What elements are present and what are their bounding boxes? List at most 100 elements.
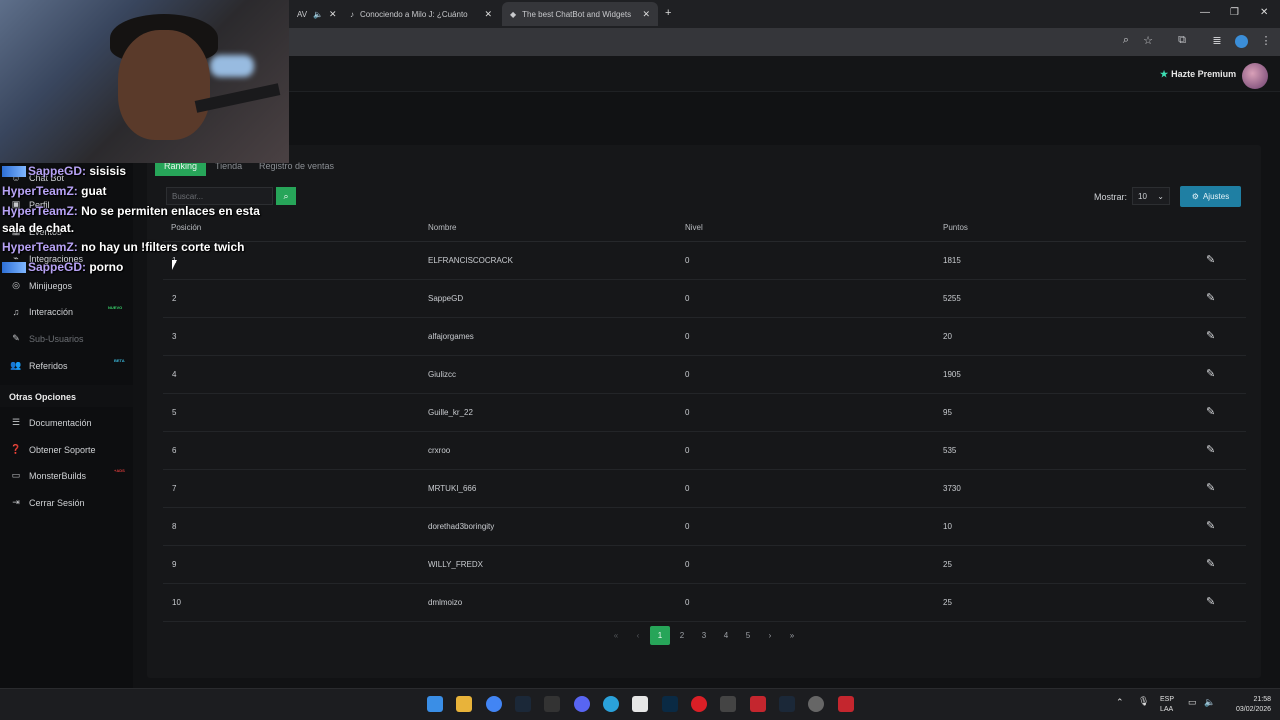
microphone-icon[interactable]: 🎙 xyxy=(1138,696,1149,707)
cell-points: 1815 xyxy=(943,256,961,265)
steam-icon[interactable] xyxy=(515,696,531,712)
table-row: 6 crxroo 0 535 ✎ xyxy=(163,432,1246,470)
bookmark-star-icon[interactable]: ☆ xyxy=(1140,34,1156,47)
sidebar-item-referidos[interactable]: 👥 Referidos xyxy=(10,360,67,371)
speaker-icon[interactable]: 🔈 xyxy=(313,10,323,19)
profile-avatar[interactable] xyxy=(1235,35,1248,48)
microphone-icon: ✎ xyxy=(12,333,20,343)
sidebar-item-cerrar-sesion[interactable]: ⇥ Cerrar Sesión xyxy=(10,497,84,508)
table-row: 8 dorethad3boringity 0 10 ✎ xyxy=(163,508,1246,546)
column-header-position[interactable]: Posición xyxy=(171,223,201,232)
search-input[interactable] xyxy=(166,187,273,205)
cell-level: 0 xyxy=(685,560,690,569)
page-button[interactable]: 1 xyxy=(650,626,670,645)
mouse-cursor xyxy=(172,260,177,270)
media-icon[interactable]: ≣ xyxy=(1209,34,1225,47)
windows-start-icon[interactable] xyxy=(427,696,443,712)
cell-points: 3730 xyxy=(943,484,961,493)
pencil-icon[interactable]: ✎ xyxy=(1206,481,1215,494)
close-window-icon[interactable]: ✕ xyxy=(1260,7,1268,18)
sidebar-item-soporte[interactable]: ❓ Obtener Soporte xyxy=(10,444,95,455)
pencil-icon[interactable]: ✎ xyxy=(1206,405,1215,418)
table-row: 1 ELFRANCISCOCRACK 0 1815 ✎ xyxy=(163,242,1246,280)
close-icon[interactable]: ✕ xyxy=(329,9,337,20)
menu-icon[interactable]: ⋮ xyxy=(1258,34,1274,47)
cell-name: alfajorgames xyxy=(428,332,474,341)
cell-position: 3 xyxy=(172,332,177,341)
list-icon: ☰ xyxy=(11,417,21,427)
cell-position: 8 xyxy=(172,522,177,531)
clock[interactable]: 21:58 03/02/2026 xyxy=(1236,695,1271,715)
pencil-icon[interactable]: ✎ xyxy=(1206,557,1215,570)
prev-page-icon[interactable]: ‹ xyxy=(628,626,648,645)
sidebar-item-sub-usuarios[interactable]: ✎ Sub-Usuarios xyxy=(10,333,83,344)
star-icon: ★ xyxy=(1160,69,1169,79)
cell-position: 7 xyxy=(172,484,177,493)
zoom-icon[interactable]: ⌕ xyxy=(1118,34,1134,47)
photoshop-icon[interactable] xyxy=(662,696,678,712)
cell-points: 5255 xyxy=(943,294,961,303)
steam-icon[interactable] xyxy=(779,696,795,712)
app-icon[interactable] xyxy=(838,696,854,712)
pencil-icon[interactable]: ✎ xyxy=(1206,253,1215,266)
close-icon[interactable]: ✕ xyxy=(484,9,492,20)
pencil-icon[interactable]: ✎ xyxy=(1206,443,1215,456)
page-button[interactable]: 2 xyxy=(672,626,692,645)
extensions-icon[interactable]: ⧉ xyxy=(1174,34,1190,47)
column-header-points[interactable]: Puntos xyxy=(943,223,968,232)
settings-button[interactable]: ⚙ Ajustes xyxy=(1180,186,1241,207)
table-row: 3 alfajorgames 0 20 ✎ xyxy=(163,318,1246,356)
premium-link[interactable]: ★ Hazte Premium xyxy=(1160,69,1236,80)
app-icon[interactable] xyxy=(544,696,560,712)
page-button[interactable]: 5 xyxy=(738,626,758,645)
sidebar-item-minijuegos[interactable]: ◎ Minijuegos xyxy=(10,280,72,291)
last-page-icon[interactable]: » xyxy=(782,626,802,645)
pencil-icon[interactable]: ✎ xyxy=(1206,595,1215,608)
page-button[interactable]: 4 xyxy=(716,626,736,645)
pencil-icon[interactable]: ✎ xyxy=(1206,329,1215,342)
pencil-icon[interactable]: ✎ xyxy=(1206,291,1215,304)
page-button[interactable]: 3 xyxy=(694,626,714,645)
page-size-select[interactable]: 10 ⌄ xyxy=(1132,187,1170,205)
sidebar-item-interaccion[interactable]: ♫ Interacción xyxy=(10,307,73,317)
chevron-up-icon[interactable]: ⌃ xyxy=(1116,697,1124,708)
user-avatar[interactable] xyxy=(1242,63,1268,89)
pencil-icon[interactable]: ✎ xyxy=(1206,367,1215,380)
volume-icon[interactable]: 🔈 xyxy=(1204,697,1215,708)
minimize-icon[interactable]: — xyxy=(1200,7,1210,18)
telegram-icon[interactable] xyxy=(603,696,619,712)
browser-tab-active[interactable]: ◆ The best ChatBot and Widgets ✕ xyxy=(502,2,658,26)
chrome-icon[interactable] xyxy=(486,696,502,712)
column-header-level[interactable]: Nivel xyxy=(685,223,703,232)
next-page-icon[interactable]: › xyxy=(760,626,780,645)
cell-level: 0 xyxy=(685,332,690,341)
sidebar-item-documentacion[interactable]: ☰ Documentación xyxy=(10,417,92,428)
gear-icon: ⚙ xyxy=(1191,192,1199,201)
sidebar-item-monsterbuilds[interactable]: ▭ MonsterBuilds xyxy=(10,470,86,481)
search-icon: ⌕ xyxy=(283,190,289,201)
restore-icon[interactable]: ❐ xyxy=(1230,7,1239,18)
cell-points: 535 xyxy=(943,446,957,455)
cell-name: WILLY_FREDX xyxy=(428,560,483,569)
close-icon[interactable]: ✕ xyxy=(642,9,650,20)
section-title: Otras Opciones xyxy=(9,392,77,402)
language-indicator[interactable]: ESP LAA xyxy=(1160,695,1174,715)
file-explorer-icon[interactable] xyxy=(456,696,472,712)
search-button[interactable]: ⌕ xyxy=(276,187,296,205)
new-tab-icon[interactable]: + xyxy=(665,7,671,19)
app-icon[interactable] xyxy=(750,696,766,712)
browser-tab[interactable]: AV 🔈 ✕ xyxy=(289,2,337,26)
discord-icon[interactable] xyxy=(574,696,590,712)
app-icon[interactable] xyxy=(720,696,736,712)
cell-name: SappeGD xyxy=(428,294,464,303)
app-icon[interactable] xyxy=(808,696,824,712)
capcut-icon[interactable] xyxy=(632,696,648,712)
network-icon[interactable]: ▭ xyxy=(1188,697,1197,708)
column-header-name[interactable]: Nombre xyxy=(428,223,456,232)
first-page-icon[interactable]: « xyxy=(606,626,626,645)
pencil-icon[interactable]: ✎ xyxy=(1206,519,1215,532)
table-row: 4 Giulizcc 0 1905 ✎ xyxy=(163,356,1246,394)
browser-tab[interactable]: ♪ Conociendo a Milo J: ¿Cuánto ✕ xyxy=(342,2,500,26)
creative-cloud-icon[interactable] xyxy=(691,696,707,712)
cell-name: dmlmoizo xyxy=(428,598,463,607)
